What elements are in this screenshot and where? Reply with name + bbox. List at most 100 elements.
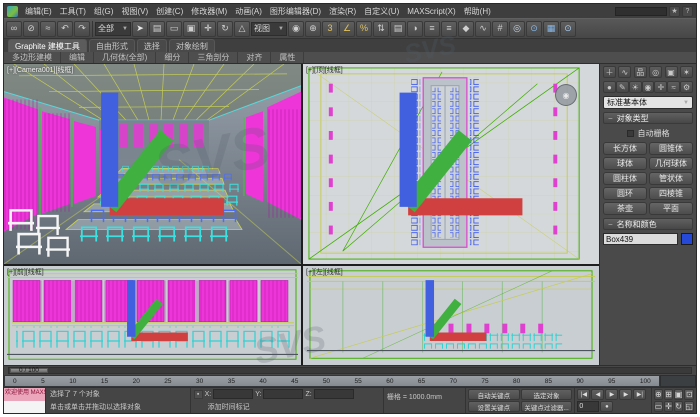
viewport-top[interactable]: [+][顶][线框] ◉: [303, 64, 599, 264]
set-key-button[interactable]: 设置关键点: [468, 401, 520, 412]
zoom-extents-all-icon[interactable]: ⊡: [684, 389, 694, 400]
geosphere-button[interactable]: 几何球体: [649, 157, 693, 170]
display-tab-icon[interactable]: ▣: [665, 66, 678, 78]
ribbon-panel[interactable]: 编辑: [61, 52, 94, 63]
helpers-category-icon[interactable]: ✛: [654, 81, 667, 93]
ribbon-panel[interactable]: 几何体(全部): [94, 52, 156, 63]
select-object-icon[interactable]: ➤: [132, 21, 148, 37]
name-color-rollout-header[interactable]: − 名称和颜色: [603, 218, 693, 230]
key-filters-button[interactable]: 关键点过滤器...: [521, 401, 573, 412]
select-by-name-icon[interactable]: ▤: [149, 21, 165, 37]
ribbon-tab-selection[interactable]: 选择: [137, 39, 167, 52]
ribbon-panel[interactable]: 三角剖分: [189, 52, 238, 63]
undo-icon[interactable]: ↶: [57, 21, 73, 37]
next-frame-icon[interactable]: ▶: [619, 389, 632, 400]
redo-icon[interactable]: ↷: [74, 21, 90, 37]
orbit-icon[interactable]: ↻: [674, 401, 684, 412]
menu-item[interactable]: MAXScript(X): [403, 7, 459, 16]
window-crossing-icon[interactable]: ▣: [183, 21, 199, 37]
go-to-start-icon[interactable]: |◀: [577, 389, 590, 400]
graphite-ribbon-toggle-icon[interactable]: ◆: [458, 21, 474, 37]
geometry-category-icon[interactable]: ●: [603, 81, 616, 93]
menu-item[interactable]: 动画(A): [231, 6, 266, 17]
percent-snap-icon[interactable]: %: [356, 21, 372, 37]
ribbon-tab-graphite[interactable]: Graphite 建模工具: [8, 39, 87, 52]
menu-item[interactable]: 编辑(E): [21, 6, 56, 17]
viewport-front[interactable]: [+][前][线框]: [4, 266, 301, 365]
modify-tab-icon[interactable]: ∿: [618, 66, 631, 78]
time-slider-track[interactable]: 0 / 100: [8, 367, 692, 374]
object-type-rollout-header[interactable]: − 对象类型: [603, 112, 693, 124]
maxscript-listener-input[interactable]: [4, 401, 45, 414]
zoom-extents-icon[interactable]: ▣: [674, 389, 684, 400]
lights-category-icon[interactable]: ☀: [629, 81, 642, 93]
select-and-rotate-icon[interactable]: ↻: [217, 21, 233, 37]
favorites-star-icon[interactable]: ★: [669, 6, 680, 17]
pyramid-button[interactable]: 四棱锥: [649, 187, 693, 200]
hierarchy-tab-icon[interactable]: 品: [634, 66, 647, 78]
menu-item[interactable]: 视图(V): [117, 6, 152, 17]
utilities-tab-icon[interactable]: ✶: [680, 66, 693, 78]
sphere-button[interactable]: 球体: [603, 157, 647, 170]
go-to-end-icon[interactable]: ▶|: [633, 389, 646, 400]
ribbon-panel[interactable]: 对齐: [238, 52, 271, 63]
zoom-region-icon[interactable]: ▭: [654, 401, 664, 412]
viewport-camera[interactable]: [+][Camera001][线框]: [4, 64, 301, 264]
maxscript-listener-pink-row[interactable]: 欢迎使用 MAXScript: [4, 388, 45, 401]
help-icon[interactable]: ?: [682, 6, 693, 17]
autogrid-checkbox[interactable]: [627, 130, 634, 137]
pan-icon[interactable]: ✛: [664, 401, 673, 412]
material-editor-icon[interactable]: ◎: [509, 21, 525, 37]
play-animation-icon[interactable]: ▶: [605, 389, 618, 400]
transform-typein-lock-icon[interactable]: ▪: [194, 390, 203, 399]
object-name-field[interactable]: [603, 233, 678, 245]
plane-button[interactable]: 平面: [649, 202, 693, 215]
menu-item[interactable]: 创建(C): [152, 6, 187, 17]
maximize-viewport-icon[interactable]: ◱: [684, 401, 694, 412]
curve-editor-icon[interactable]: ∿: [475, 21, 491, 37]
zoom-all-icon[interactable]: ⊞: [664, 389, 673, 400]
use-pivot-center-icon[interactable]: ◉: [288, 21, 304, 37]
select-and-manipulate-icon[interactable]: ⊕: [305, 21, 321, 37]
rectangular-region-icon[interactable]: ▭: [166, 21, 182, 37]
schematic-view-icon[interactable]: #: [492, 21, 508, 37]
reference-coordinate-dropdown[interactable]: 视图 ▼: [251, 22, 287, 36]
menu-item[interactable]: 渲染(R): [325, 6, 360, 17]
box-button[interactable]: 长方体: [603, 142, 647, 155]
layer-manager-icon[interactable]: ≡: [441, 21, 457, 37]
selected-objects-dropdown[interactable]: 选定对象: [521, 389, 573, 400]
ribbon-tab-object-paint[interactable]: 对象绘制: [169, 39, 215, 52]
menu-item[interactable]: 自定义(U): [360, 6, 403, 17]
ribbon-panel[interactable]: 细分: [156, 52, 189, 63]
spinner-snap-icon[interactable]: ⇅: [373, 21, 389, 37]
app-logo-icon[interactable]: [7, 6, 18, 17]
ribbon-panel[interactable]: 属性: [271, 52, 304, 63]
menu-item[interactable]: 帮助(H): [460, 6, 495, 17]
render-production-icon[interactable]: ⊙: [560, 21, 576, 37]
menu-item[interactable]: 修改器(M): [187, 6, 231, 17]
auto-key-button[interactable]: 自动关键点: [468, 389, 520, 400]
angle-snap-icon[interactable]: ∠: [339, 21, 355, 37]
cone-button[interactable]: 圆锥体: [649, 142, 693, 155]
previous-frame-icon[interactable]: ◀: [591, 389, 604, 400]
infocenter-search-input[interactable]: [615, 7, 667, 16]
add-time-tag[interactable]: 添加时间标记: [194, 402, 380, 412]
zoom-icon[interactable]: ⊕: [654, 389, 664, 400]
named-selection-sets-icon[interactable]: ▤: [390, 21, 406, 37]
select-and-scale-icon[interactable]: △: [234, 21, 250, 37]
key-mode-toggle-icon[interactable]: ●: [600, 401, 613, 412]
menu-item[interactable]: 工具(T): [56, 6, 90, 17]
maxscript-mini-listener[interactable]: 欢迎使用 MAXScript: [4, 388, 46, 413]
torus-button[interactable]: 圆环: [603, 187, 647, 200]
cameras-category-icon[interactable]: ◉: [642, 81, 655, 93]
align-icon[interactable]: ≡: [424, 21, 440, 37]
mirror-icon[interactable]: ◑: [407, 21, 423, 37]
y-coordinate-field[interactable]: [263, 389, 303, 399]
primitive-category-dropdown[interactable]: 标准基本体 ▼: [603, 96, 693, 109]
menu-item[interactable]: 图形编辑器(D): [266, 6, 325, 17]
tube-button[interactable]: 管状体: [649, 172, 693, 185]
shapes-category-icon[interactable]: ✎: [616, 81, 629, 93]
motion-tab-icon[interactable]: ◎: [649, 66, 662, 78]
bind-to-space-warp-icon[interactable]: ≈: [40, 21, 56, 37]
cylinder-button[interactable]: 圆柱体: [603, 172, 647, 185]
